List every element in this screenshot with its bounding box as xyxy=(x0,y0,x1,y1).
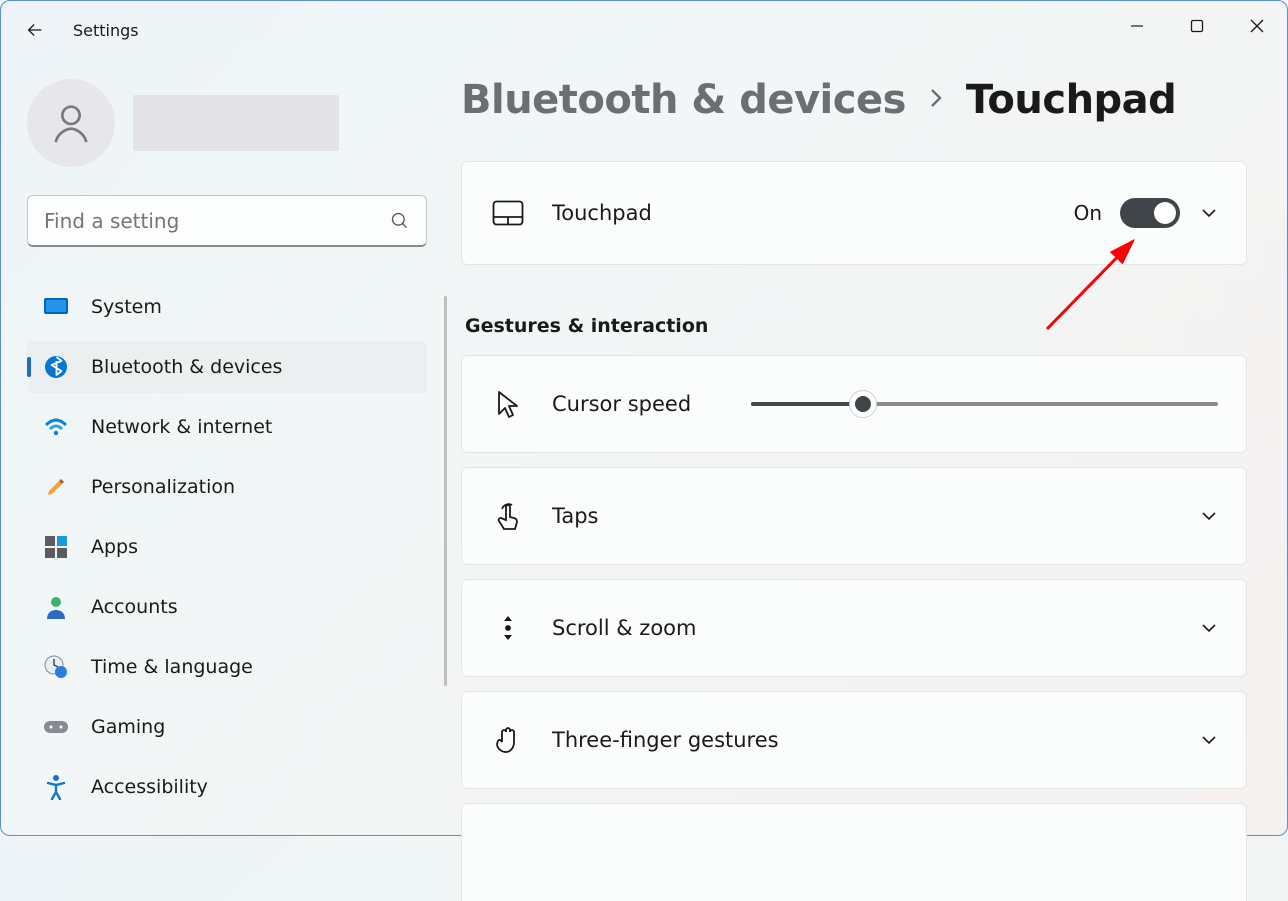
card-label: Touchpad xyxy=(552,201,1074,225)
card-label: Scroll & zoom xyxy=(552,616,1180,640)
card-label: Cursor speed xyxy=(552,392,691,416)
card-label: Taps xyxy=(552,504,1180,528)
arrow-left-icon xyxy=(24,19,46,41)
slider-thumb[interactable] xyxy=(849,390,877,418)
account-icon xyxy=(43,594,69,620)
cursor-speed-card: Cursor speed xyxy=(461,355,1247,453)
nav-scroll: System Bluetooth & devices Network & int… xyxy=(27,281,435,813)
nav-label: Gaming xyxy=(91,716,165,738)
nav-label: Bluetooth & devices xyxy=(91,356,282,378)
nav-item-accounts[interactable]: Accounts xyxy=(27,581,427,633)
nav-label: Network & internet xyxy=(91,416,272,438)
breadcrumb-parent[interactable]: Bluetooth & devices xyxy=(461,77,906,123)
nav-item-bluetooth-devices[interactable]: Bluetooth & devices xyxy=(27,341,427,393)
close-button[interactable] xyxy=(1227,1,1287,49)
minimize-icon xyxy=(1130,19,1144,33)
nav-item-accessibility[interactable]: Accessibility xyxy=(27,761,427,813)
titlebar: Settings xyxy=(1,1,1287,59)
touchpad-toggle[interactable] xyxy=(1120,198,1180,228)
three-finger-card[interactable]: Three-finger gestures xyxy=(461,691,1247,789)
apps-icon xyxy=(43,534,69,560)
toggle-state-text: On xyxy=(1074,201,1102,225)
nav-item-personalization[interactable]: Personalization xyxy=(27,461,427,513)
touchpad-icon xyxy=(490,200,526,226)
card-label: Three-finger gestures xyxy=(552,728,1180,752)
nav-label: Personalization xyxy=(91,476,235,498)
nav-label: Time & language xyxy=(91,656,253,678)
chevron-down-icon[interactable] xyxy=(1200,204,1218,223)
nav-item-time-language[interactable]: Time & language xyxy=(27,641,427,693)
system-icon xyxy=(43,294,69,320)
hand-icon xyxy=(490,725,526,755)
toggle-group: On xyxy=(1074,198,1180,228)
search-field[interactable] xyxy=(27,195,427,247)
search-icon xyxy=(390,211,410,231)
nav-item-apps[interactable]: Apps xyxy=(27,521,427,573)
profile-name-placeholder xyxy=(133,95,339,151)
chevron-right-icon xyxy=(928,83,944,118)
paintbrush-icon xyxy=(43,474,69,500)
person-icon xyxy=(48,100,94,146)
cursor-speed-slider[interactable] xyxy=(751,402,1218,406)
clock-globe-icon xyxy=(43,654,69,680)
accessibility-icon xyxy=(43,774,69,800)
chevron-down-icon xyxy=(1200,507,1218,526)
back-button[interactable] xyxy=(15,10,55,50)
chevron-down-icon xyxy=(1200,619,1218,638)
sidebar: System Bluetooth & devices Network & int… xyxy=(1,59,461,835)
bluetooth-icon xyxy=(43,354,69,380)
search-input[interactable] xyxy=(44,209,390,233)
nav-label: Accessibility xyxy=(91,776,208,798)
slider-fill xyxy=(751,402,863,406)
scroll-zoom-card[interactable]: Scroll & zoom xyxy=(461,579,1247,677)
breadcrumb-current: Touchpad xyxy=(966,77,1176,123)
tap-icon xyxy=(490,501,526,531)
main-content: Bluetooth & devices Touchpad Touchpad On… xyxy=(461,59,1287,835)
maximize-button[interactable] xyxy=(1167,1,1227,49)
partial-next-card[interactable] xyxy=(461,803,1247,901)
wifi-icon xyxy=(43,414,69,440)
touchpad-toggle-card[interactable]: Touchpad On xyxy=(461,161,1247,265)
close-icon xyxy=(1250,19,1264,33)
chevron-down-icon xyxy=(1200,731,1218,750)
breadcrumb: Bluetooth & devices Touchpad xyxy=(461,77,1247,123)
nav-label: Accounts xyxy=(91,596,178,618)
avatar[interactable] xyxy=(27,79,115,167)
nav-item-system[interactable]: System xyxy=(27,281,427,333)
minimize-button[interactable] xyxy=(1107,1,1167,49)
profile-block xyxy=(27,79,435,167)
nav-label: System xyxy=(91,296,162,318)
nav-list: System Bluetooth & devices Network & int… xyxy=(27,281,427,813)
nav-label: Apps xyxy=(91,536,138,558)
app-title: Settings xyxy=(73,21,139,40)
taps-card[interactable]: Taps xyxy=(461,467,1247,565)
gamepad-icon xyxy=(43,714,69,740)
window-controls xyxy=(1107,1,1287,49)
maximize-icon xyxy=(1190,19,1204,33)
cursor-icon xyxy=(490,389,526,419)
nav-item-gaming[interactable]: Gaming xyxy=(27,701,427,753)
scroll-icon xyxy=(490,613,526,643)
nav-item-network[interactable]: Network & internet xyxy=(27,401,427,453)
section-title: Gestures & interaction xyxy=(465,315,1247,337)
